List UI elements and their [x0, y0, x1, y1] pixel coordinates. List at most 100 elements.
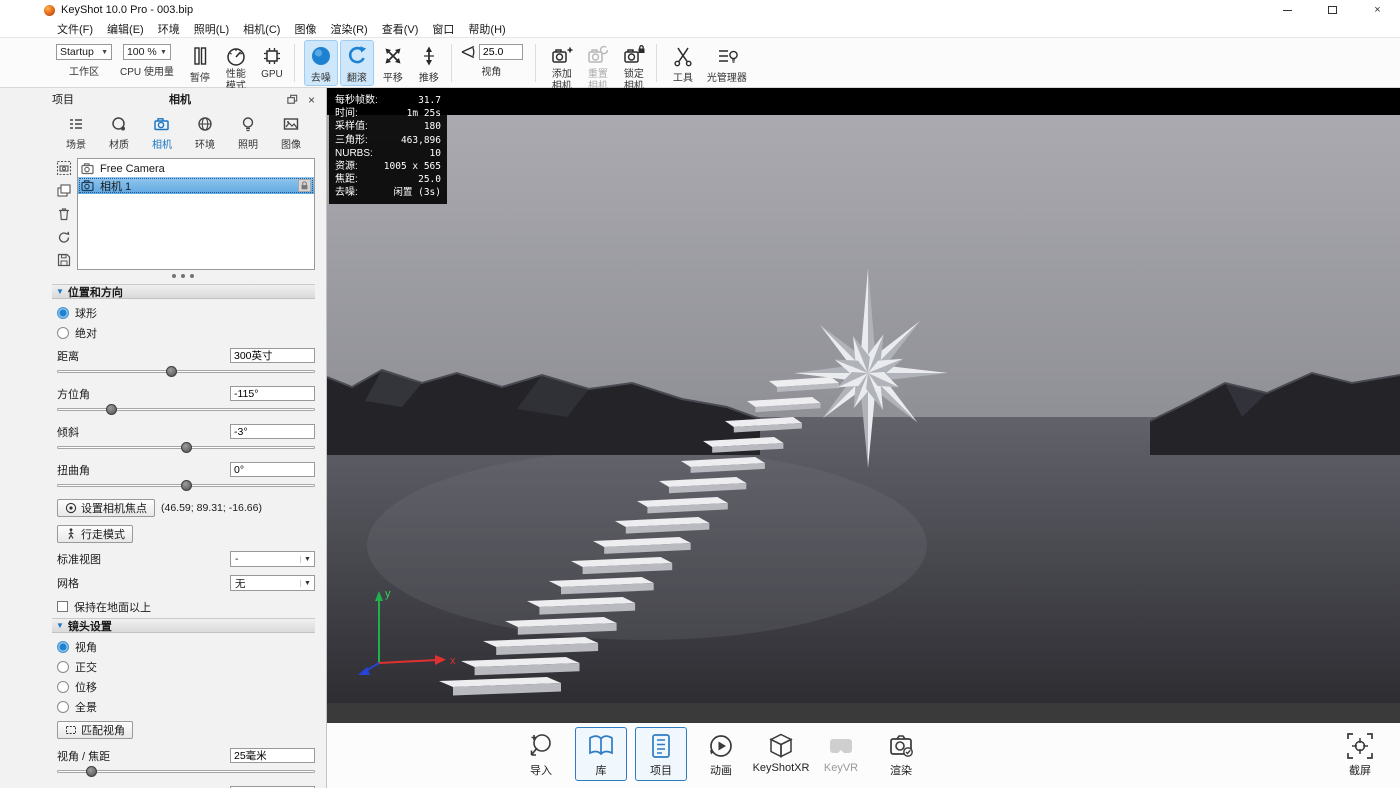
pan-button[interactable]: 平移	[376, 40, 410, 86]
orthographic-radio[interactable]	[57, 661, 69, 673]
menu-edit[interactable]: 编辑(E)	[100, 20, 151, 38]
pause-button[interactable]: 暂停	[183, 40, 217, 86]
match-view-button[interactable]: 匹配视角	[57, 721, 133, 739]
azimuth-input[interactable]	[230, 386, 315, 401]
section-lens-settings[interactable]: ▼ 镜头设置	[52, 618, 315, 633]
spherical-radio-row[interactable]: 球形	[57, 306, 315, 319]
panoramic-radio-row[interactable]: 全景	[57, 700, 315, 713]
panoramic-radio[interactable]	[57, 701, 69, 713]
orthographic-radio-row[interactable]: 正交	[57, 660, 315, 673]
minimize-button[interactable]	[1265, 0, 1310, 20]
delete-trash-icon[interactable]	[56, 206, 72, 222]
gpu-button[interactable]: GPU	[255, 40, 289, 82]
tools-scissors-icon	[671, 44, 695, 68]
inclination-slider[interactable]	[57, 441, 315, 453]
close-panel-icon[interactable]: ×	[305, 93, 318, 106]
duplicate-camera-icon[interactable]	[56, 183, 72, 199]
tab-image[interactable]: 图像	[273, 110, 309, 156]
tab-camera[interactable]: 相机	[144, 110, 180, 156]
lens-fov-slider-thumb[interactable]	[86, 766, 97, 777]
viewport[interactable]: y x 每秒帧数:31.7 时间:1m 25s 采样值:180 三角形:463,…	[327, 88, 1400, 723]
menu-lighting[interactable]: 照明(L)	[187, 20, 236, 38]
menu-view[interactable]: 查看(V)	[375, 20, 426, 38]
dock-item-keyshotxr[interactable]: KeyShotXR	[755, 727, 807, 781]
menu-file[interactable]: 文件(F)	[50, 20, 100, 38]
menu-camera[interactable]: 相机(C)	[236, 20, 287, 38]
shift-radio[interactable]	[57, 681, 69, 693]
axis-y-label: y	[385, 588, 391, 600]
standard-view-dropdown[interactable]: - ▼	[230, 551, 315, 567]
standard-view-label: 标准视图	[57, 551, 101, 567]
lock-icon[interactable]	[298, 179, 311, 192]
azimuth-slider[interactable]	[57, 403, 315, 415]
set-camera-focus-button[interactable]: 设置相机焦点	[57, 499, 155, 517]
select-camera-icon[interactable]	[56, 160, 72, 176]
spherical-radio[interactable]	[57, 307, 69, 319]
add-camera-button[interactable]: 添加相机	[545, 40, 579, 94]
twist-input[interactable]	[230, 462, 315, 477]
keep-above-ground-checkbox[interactable]	[57, 601, 68, 612]
light-manager-button[interactable]: 光管理器	[702, 40, 752, 86]
walk-mode-button[interactable]: 行走模式	[57, 525, 133, 543]
cpu-usage-dropdown[interactable]: 100 %▼	[123, 44, 171, 60]
dock-item-keyvr[interactable]: KeyVR	[815, 727, 867, 781]
minimize-icon	[1283, 10, 1292, 11]
fov-input[interactable]	[479, 44, 523, 60]
perspective-radio[interactable]	[57, 641, 69, 653]
dock-item-library[interactable]: 库	[575, 727, 627, 781]
perspective-radio-row[interactable]: 视角	[57, 640, 315, 653]
azimuth-slider-thumb[interactable]	[106, 404, 117, 415]
lens-fov-slider[interactable]	[57, 765, 315, 777]
lock-camera-button[interactable]: 锁定相机	[617, 40, 651, 94]
undock-panel-icon[interactable]	[286, 93, 299, 106]
inclination-slider-thumb[interactable]	[181, 442, 192, 453]
tab-material[interactable]: 材质	[101, 110, 137, 156]
reset-camera-button[interactable]: 重置相机	[581, 40, 615, 94]
dock-item-project[interactable]: 项目	[635, 727, 687, 781]
inclination-input[interactable]	[230, 424, 315, 439]
tab-scene[interactable]: 场景	[58, 110, 94, 156]
menu-render[interactable]: 渲染(R)	[323, 20, 374, 38]
lens-fov-input[interactable]	[230, 748, 315, 763]
absolute-radio[interactable]	[57, 327, 69, 339]
distance-input[interactable]	[230, 348, 315, 363]
close-button[interactable]: ×	[1355, 0, 1400, 20]
shift-radio-row[interactable]: 位移	[57, 680, 315, 693]
window-title: KeyShot 10.0 Pro - 003.bip	[61, 4, 193, 16]
tab-lighting[interactable]: 照明	[230, 110, 266, 156]
performance-mode-button[interactable]: 性能模式	[219, 40, 253, 94]
keep-above-ground-row[interactable]: 保持在地面以上	[57, 600, 315, 613]
reset-undo-icon[interactable]	[56, 229, 72, 245]
camera-list-item-free-camera[interactable]: Free Camera	[78, 160, 314, 177]
twist-slider[interactable]	[57, 479, 315, 491]
absolute-radio-row[interactable]: 绝对	[57, 326, 315, 339]
grid-dropdown[interactable]: 无 ▼	[230, 575, 315, 591]
menu-help[interactable]: 帮助(H)	[461, 20, 512, 38]
dock-item-import[interactable]: 导入	[515, 727, 567, 781]
keyvr-headset-icon	[826, 731, 856, 761]
camera-list-item-camera-1[interactable]: 相机 1	[78, 177, 314, 194]
maximize-button[interactable]	[1310, 0, 1355, 20]
distance-slider[interactable]	[57, 365, 315, 377]
menu-environment[interactable]: 环境	[151, 20, 187, 38]
distance-slider-thumb[interactable]	[166, 366, 177, 377]
tools-button[interactable]: 工具	[666, 40, 700, 86]
tab-environment[interactable]: 环境	[187, 110, 223, 156]
add-camera-icon	[550, 44, 574, 68]
menu-window[interactable]: 窗口	[425, 20, 461, 38]
list-page-dots[interactable]	[0, 270, 326, 279]
close-icon: ×	[1374, 4, 1380, 16]
dolly-button[interactable]: 推移	[412, 40, 446, 86]
section-position-orientation[interactable]: ▼ 位置和方向	[52, 284, 315, 299]
dock-item-animation[interactable]: 动画	[695, 727, 747, 781]
menu-image[interactable]: 图像	[287, 20, 323, 38]
collapse-arrow-icon: ▼	[56, 621, 64, 630]
twist-slider-thumb[interactable]	[181, 480, 192, 491]
save-icon[interactable]	[56, 252, 72, 268]
tumble-button[interactable]: 翻滚	[340, 40, 374, 86]
render-canvas[interactable]: y x	[327, 115, 1400, 703]
dock-item-render[interactable]: 渲染	[875, 727, 927, 781]
denoise-button[interactable]: 去噪	[304, 40, 338, 86]
dock-item-screenshot[interactable]: 截屏	[1334, 727, 1386, 781]
workspace-dropdown[interactable]: Startup▼	[56, 44, 112, 60]
